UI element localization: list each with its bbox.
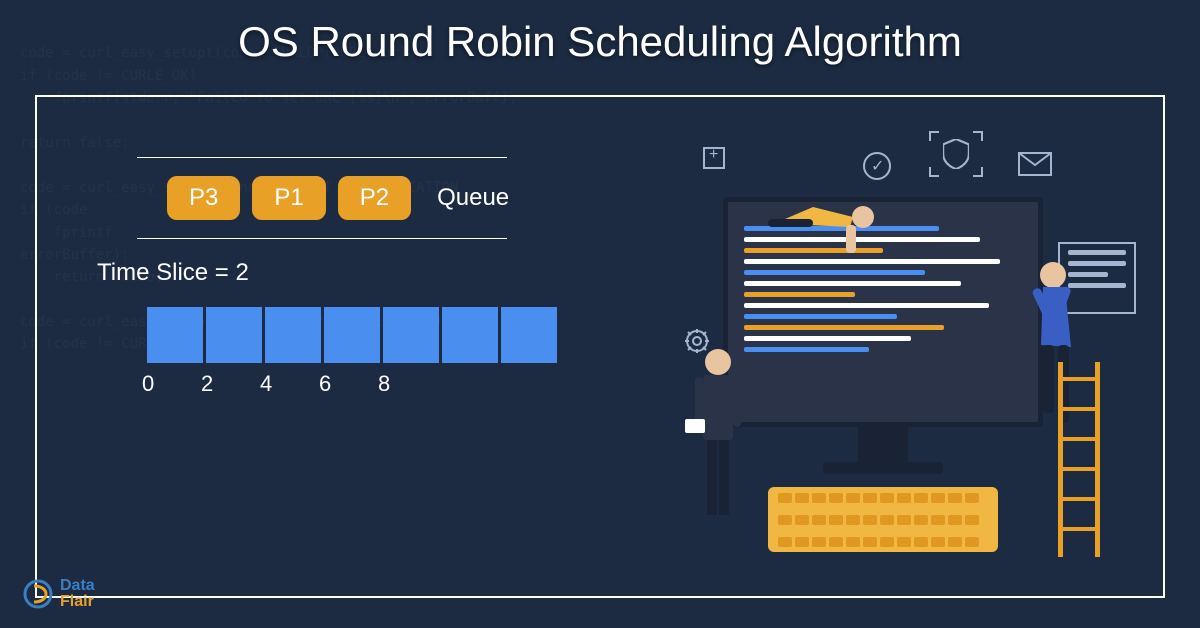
illustration (603, 127, 1143, 567)
tick-label: 6 (319, 371, 378, 397)
timeline-cell (442, 307, 498, 363)
monitor-stand (858, 427, 908, 467)
timeline-cell (501, 307, 557, 363)
separator-line (137, 238, 507, 239)
envelope-icon (1018, 152, 1052, 181)
timeline-cell (324, 307, 380, 363)
tick-label: 0 (142, 371, 201, 397)
tick-label: 2 (201, 371, 260, 397)
person-standing-icon (683, 347, 753, 527)
logo-brand-part2: Flair (60, 594, 95, 610)
timeline-cell (383, 307, 439, 363)
person-flying-icon (768, 187, 888, 257)
tick-label: 4 (260, 371, 319, 397)
check-icon (863, 152, 891, 180)
logo-text: Data Flair (60, 578, 95, 610)
timeline-cell (147, 307, 203, 363)
logo-icon (22, 578, 54, 610)
timeline-cell (206, 307, 262, 363)
plus-icon (703, 147, 725, 169)
tick-label: 8 (378, 371, 437, 397)
timeline-ticks: 0 2 4 6 8 (142, 371, 557, 397)
queue-item: P1 (252, 176, 325, 220)
timeline-cells (147, 307, 557, 363)
queue-row: P3 P1 P2 Queue (167, 176, 557, 220)
monitor-base (823, 462, 943, 474)
keyboard-illustration (768, 487, 998, 552)
timeline-cell (265, 307, 321, 363)
time-slice-label: Time Slice = 2 (97, 259, 557, 287)
logo-brand-part1: Data (60, 578, 95, 594)
ladder-illustration (1058, 362, 1100, 557)
page-title: OS Round Robin Scheduling Algorithm (0, 0, 1200, 76)
separator-line (137, 157, 507, 158)
queue-item: P2 (338, 176, 411, 220)
queue-label: Queue (437, 184, 509, 212)
content-frame: P3 P1 P2 Queue Time Slice = 2 0 2 4 6 8 (35, 95, 1165, 598)
queue-item: P3 (167, 176, 240, 220)
brand-logo: Data Flair (22, 578, 95, 610)
shield-icon (943, 139, 969, 174)
diagram-left: P3 P1 P2 Queue Time Slice = 2 0 2 4 6 8 (97, 157, 557, 397)
